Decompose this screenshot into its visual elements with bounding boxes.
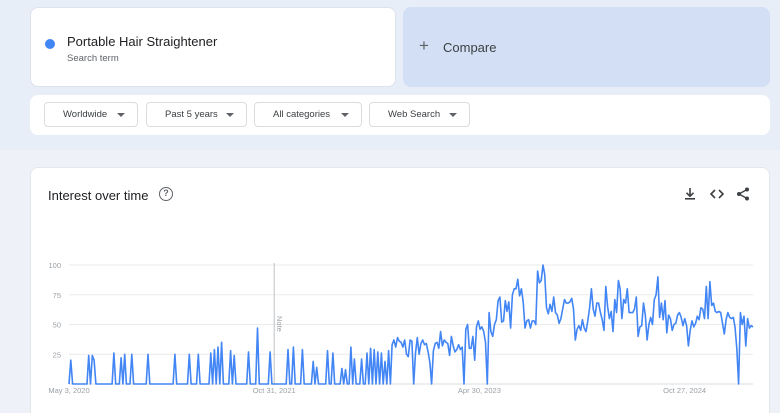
- filter-search-type-label: Web Search: [388, 109, 441, 120]
- caret-down-icon: [449, 113, 457, 117]
- series-color-dot: [45, 39, 55, 49]
- x-tick-label: May 3, 2020: [48, 386, 89, 395]
- search-term-name[interactable]: Portable Hair Straightener: [67, 34, 217, 49]
- caret-down-icon: [117, 113, 125, 117]
- interest-line-chart: Note 25 50 75 100 May 3, 2020 Oct 31, 2021 Apr…: [48, 261, 754, 395]
- filter-time-label: Past 5 years: [165, 109, 218, 120]
- note-label: Note: [275, 316, 284, 332]
- caret-down-icon: [341, 113, 349, 117]
- chart-annotation: Note: [273, 263, 284, 384]
- plus-icon: +: [419, 36, 429, 55]
- search-term-sublabel: Search term: [67, 53, 119, 64]
- caret-down-icon: [226, 113, 234, 117]
- x-tick-label: Oct 27, 2024: [663, 386, 706, 395]
- filter-category-dropdown[interactable]: All categories: [254, 102, 362, 127]
- y-tick-label: 50: [53, 321, 61, 330]
- interest-over-time-card: Interest over time ? Note 25 50 75 100 May 3…: [30, 167, 770, 413]
- y-tick-label: 100: [48, 261, 61, 270]
- filter-bar: Worldwide Past 5 years All categories We…: [30, 95, 770, 135]
- x-tick-label: Apr 30, 2023: [458, 386, 501, 395]
- filter-time-dropdown[interactable]: Past 5 years: [146, 102, 247, 127]
- compare-label: Compare: [443, 40, 497, 55]
- search-term-card[interactable]: Portable Hair Straightener Search term: [30, 7, 396, 87]
- filter-search-type-dropdown[interactable]: Web Search: [369, 102, 470, 127]
- chart-grid: [69, 264, 753, 385]
- y-tick-label: 25: [53, 350, 61, 359]
- filter-region-dropdown[interactable]: Worldwide: [44, 102, 138, 127]
- x-tick-label: Oct 31, 2021: [253, 386, 296, 395]
- filter-category-label: All categories: [273, 109, 331, 120]
- filter-region-label: Worldwide: [63, 109, 108, 120]
- y-tick-label: 75: [53, 291, 61, 300]
- compare-button[interactable]: + Compare: [403, 7, 770, 87]
